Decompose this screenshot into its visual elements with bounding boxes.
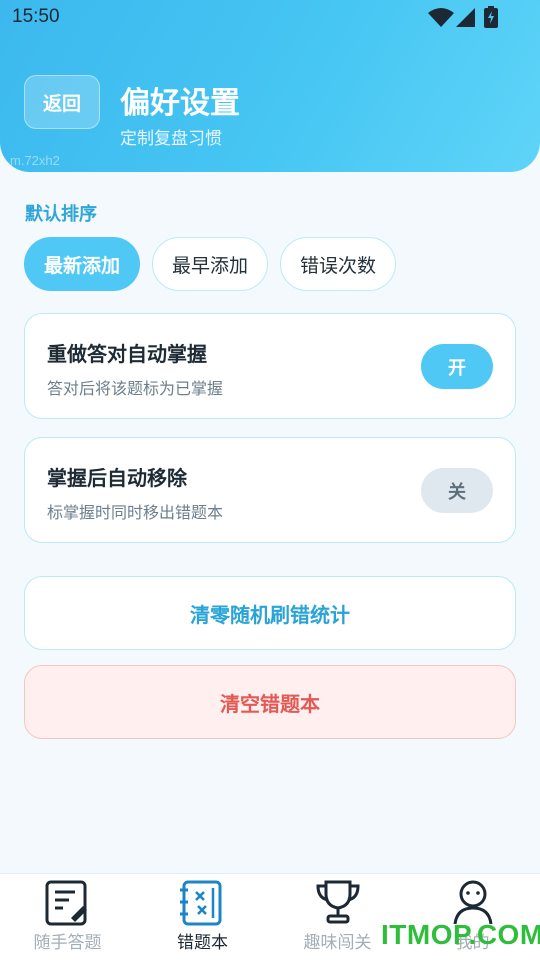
sort-option-oldest[interactable]: 最早添加 — [152, 237, 268, 291]
note-edit-icon — [45, 880, 87, 926]
auto-master-toggle[interactable]: 开 — [421, 344, 493, 389]
sort-option-error-count[interactable]: 错误次数 — [280, 237, 396, 291]
auto-remove-toggle[interactable]: 关 — [421, 468, 493, 513]
page-title: 偏好设置 — [120, 86, 240, 121]
signal-icon — [456, 8, 475, 27]
setting-title: 掌握后自动移除 — [47, 466, 187, 490]
wifi-icon — [428, 8, 454, 27]
status-bar: 15:50 — [0, 0, 540, 36]
tab-label: 错题本 — [177, 933, 228, 953]
tab-wrong-book[interactable]: 错题本 — [135, 874, 270, 961]
wrong-book-icon — [180, 880, 222, 926]
status-time: 15:50 — [12, 6, 60, 27]
trophy-icon — [316, 880, 360, 924]
setting-description: 标掌握时同时移出错题本 — [47, 503, 224, 522]
clear-wrong-book-button[interactable]: 清空错题本 — [24, 665, 516, 739]
sort-section-label: 默认排序 — [25, 204, 97, 225]
tab-label: 随手答题 — [33, 933, 102, 953]
back-button[interactable]: 返回 — [24, 75, 100, 129]
watermark-text: m.72xh2 — [10, 153, 60, 168]
battery-icon — [484, 6, 498, 28]
watermark-brand: ITMOP.COM — [381, 919, 540, 950]
tab-quick-answer[interactable]: 随手答题 — [0, 874, 135, 961]
setting-card-auto-master: 重做答对自动掌握 答对后将该题标为已掌握 开 — [24, 313, 516, 419]
setting-title: 重做答对自动掌握 — [47, 342, 207, 366]
header: 15:50 返回 偏好设置 定制复盘习惯 m.72xh2 — [0, 0, 540, 172]
sort-option-newest[interactable]: 最新添加 — [24, 237, 140, 291]
page-subtitle: 定制复盘习惯 — [120, 129, 222, 149]
setting-description: 答对后将该题标为已掌握 — [47, 379, 224, 398]
setting-card-auto-remove: 掌握后自动移除 标掌握时同时移出错题本 关 — [24, 437, 516, 543]
reset-random-stats-button[interactable]: 清零随机刷错统计 — [24, 576, 516, 650]
